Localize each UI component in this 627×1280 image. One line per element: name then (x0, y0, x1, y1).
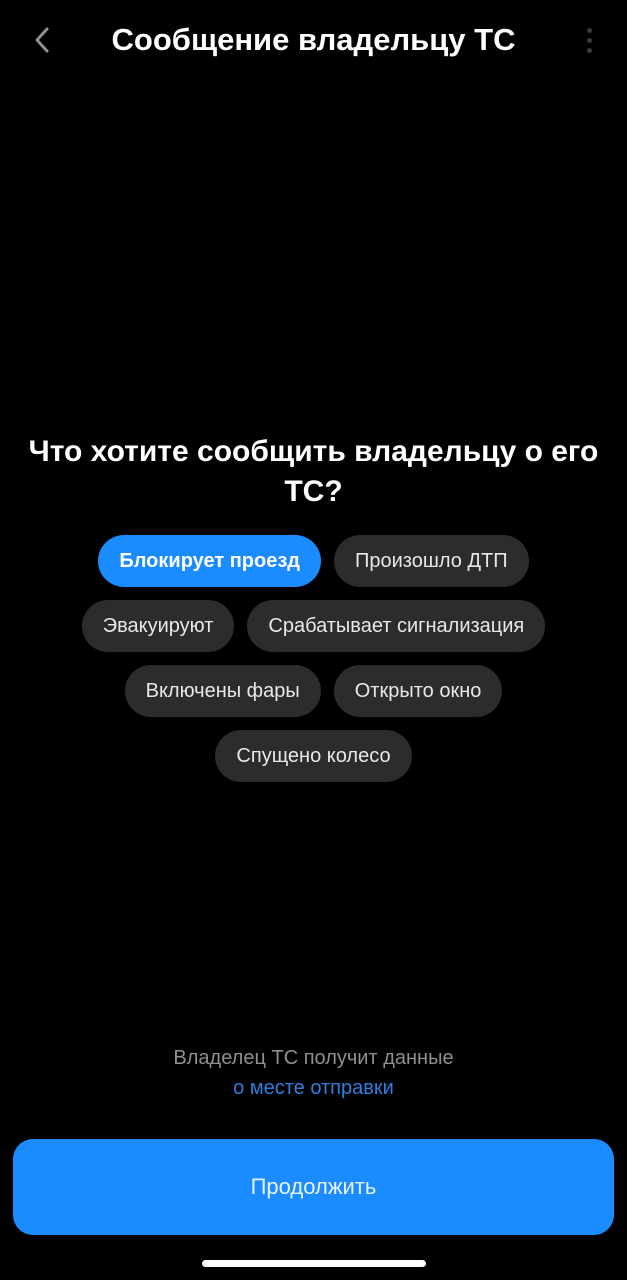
chip-accident[interactable]: Произошло ДТП (334, 535, 529, 587)
more-vertical-icon-dot (586, 47, 592, 53)
question-heading: Что хотите сообщить владельцу о его ТС? (28, 435, 599, 508)
reason-chips: Блокирует проезд Произошло ДТП Эвакуирую… (20, 535, 607, 782)
chip-alarm[interactable]: Срабатывает сигнализация (247, 600, 546, 652)
page-title: Сообщение владельцу ТС (111, 22, 516, 57)
chip-row: Эвакуируют Срабатывает сигнализация (81, 600, 546, 652)
chip-flat-tire[interactable]: Спущено колесо (215, 730, 412, 782)
chip-towing[interactable]: Эвакуируют (81, 600, 235, 652)
back-button[interactable] (22, 20, 62, 60)
more-vertical-icon-dot (586, 37, 592, 43)
more-vertical-icon (586, 27, 592, 33)
chevron-left-icon (35, 27, 49, 53)
location-notice: Владелец ТС получит данные о месте отпра… (20, 1043, 607, 1103)
location-details-link[interactable]: о месте отправки (233, 1073, 394, 1103)
chip-row: Спущено колесо (215, 730, 412, 782)
chip-row: Включены фары Открыто окно (124, 665, 503, 717)
top-bar: Сообщение владельцу ТС (0, 0, 627, 84)
continue-button[interactable]: Продолжить (13, 1139, 614, 1235)
home-indicator (202, 1260, 426, 1267)
more-options-button[interactable] (577, 22, 601, 58)
location-notice-text: Владелец ТС получит данные (173, 1047, 454, 1069)
chip-blocks-passage[interactable]: Блокирует проезд (98, 535, 321, 587)
chip-window-open[interactable]: Открыто окно (333, 665, 503, 717)
chip-headlights-on[interactable]: Включены фары (124, 665, 321, 717)
chip-row: Блокирует проезд Произошло ДТП (98, 535, 529, 587)
